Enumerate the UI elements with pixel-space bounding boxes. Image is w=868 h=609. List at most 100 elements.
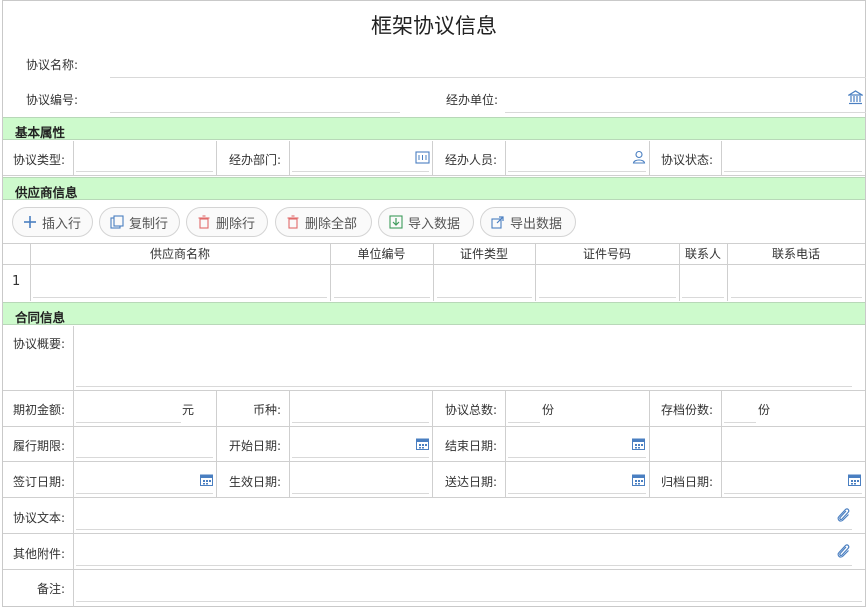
other-attachments-label: 其他附件: [13, 547, 66, 561]
cell-contact[interactable] [682, 297, 724, 298]
calendar-icon[interactable] [632, 473, 645, 486]
currency-label: 币种: [253, 403, 282, 417]
handling-person-input[interactable] [508, 171, 646, 172]
remark-label: 备注: [37, 582, 66, 596]
col-divider [289, 390, 290, 497]
calendar-icon[interactable] [848, 473, 861, 486]
total-copies-input[interactable] [508, 422, 540, 423]
export-icon [491, 215, 505, 229]
agreement-no-label: 协议编号: [26, 93, 79, 107]
import-data-label: 导入数据 [408, 216, 461, 232]
insert-row-label: 插入行 [42, 216, 82, 232]
handling-unit-input[interactable] [505, 112, 866, 113]
sign-date-label: 签订日期: [13, 475, 66, 489]
col-divider [721, 141, 722, 175]
col-divider [73, 141, 74, 175]
column-header-cert-type: 证件类型 [459, 247, 508, 261]
delete-row-button[interactable]: 删除行 [186, 207, 268, 237]
row-divider [3, 497, 865, 498]
effective-date-input[interactable] [292, 493, 429, 494]
col-divider [432, 390, 433, 497]
archive-copies-input[interactable] [724, 422, 756, 423]
org-chart-icon[interactable] [415, 151, 430, 164]
fen-unit: 份 [758, 403, 771, 417]
agreement-text-label: 协议文本: [13, 511, 66, 525]
section-contract: 合同信息 [3, 302, 865, 325]
cell-cert-no[interactable] [539, 297, 676, 298]
remark-input[interactable] [76, 601, 862, 602]
col-divider [649, 390, 650, 497]
row-divider [3, 426, 865, 427]
col-divider [216, 141, 217, 175]
summary-label: 协议概要: [13, 337, 66, 351]
import-data-button[interactable]: 导入数据 [378, 207, 474, 237]
section-basic: 基本属性 [3, 117, 865, 140]
delete-row-label: 删除行 [216, 216, 256, 232]
term-label: 履行期限: [13, 439, 66, 453]
row-divider [3, 175, 865, 176]
row-divider [3, 533, 865, 534]
calendar-icon[interactable] [416, 437, 429, 450]
col-divider [649, 141, 650, 175]
bank-icon[interactable] [848, 90, 863, 105]
cell-unit-no[interactable] [334, 297, 430, 298]
archive-date-input[interactable] [724, 493, 862, 494]
col-divider [73, 326, 74, 607]
col-divider [721, 390, 722, 497]
col-divider [505, 390, 506, 497]
delivery-date-input[interactable] [508, 493, 646, 494]
end-date-label: 结束日期: [445, 439, 498, 453]
column-header-phone: 联系电话 [771, 247, 820, 261]
yuan-unit: 元 [182, 403, 195, 417]
copy-row-button[interactable]: 复制行 [99, 207, 180, 237]
table-header-border [3, 264, 865, 265]
column-header-contact: 联系人 [684, 247, 721, 261]
cell-supplier-name[interactable] [33, 297, 327, 298]
handling-person-label: 经办人员: [445, 153, 498, 167]
end-date-input[interactable] [508, 457, 646, 458]
section-contract-title: 合同信息 [15, 310, 66, 325]
column-header-unit-no: 单位编号 [357, 247, 406, 261]
effective-date-label: 生效日期: [229, 475, 282, 489]
cell-phone[interactable] [731, 297, 862, 298]
other-attachments-input[interactable] [76, 565, 852, 566]
initial-amount-label: 期初金额: [13, 403, 66, 417]
page-title: 框架协议信息 [371, 14, 497, 38]
agreement-text-input[interactable] [76, 529, 852, 530]
initial-amount-input[interactable] [76, 422, 181, 423]
summary-textarea[interactable] [76, 386, 852, 387]
archive-date-label: 归档日期: [661, 475, 714, 489]
calendar-icon[interactable] [200, 473, 213, 486]
term-input[interactable] [76, 457, 213, 458]
start-date-input[interactable] [292, 457, 429, 458]
row-divider [3, 390, 865, 391]
handling-unit-label: 经办单位: [446, 93, 499, 107]
col-divider [432, 141, 433, 175]
section-basic-title: 基本属性 [15, 125, 66, 140]
col-divider [216, 390, 217, 497]
paperclip-icon[interactable] [836, 543, 851, 559]
agreement-no-input[interactable] [110, 112, 400, 113]
agreement-name-label: 协议名称: [26, 58, 79, 72]
start-date-label: 开始日期: [229, 439, 282, 453]
agreement-name-input[interactable] [110, 77, 866, 78]
person-icon[interactable] [632, 150, 646, 164]
calendar-icon[interactable] [632, 437, 645, 450]
sign-date-input[interactable] [76, 493, 213, 494]
handling-dept-input[interactable] [292, 171, 429, 172]
cell-cert-type[interactable] [437, 297, 532, 298]
delete-all-button[interactable]: 删除全部 [275, 207, 372, 237]
delete-all-label: 删除全部 [305, 216, 358, 232]
insert-row-button[interactable]: 插入行 [12, 207, 93, 237]
trash-icon [286, 215, 300, 229]
copy-icon [110, 215, 124, 229]
trash-icon [197, 215, 211, 229]
export-data-button[interactable]: 导出数据 [480, 207, 576, 237]
agreement-status-input[interactable] [724, 171, 862, 172]
currency-input[interactable] [292, 422, 429, 423]
agreement-type-input[interactable] [76, 171, 213, 172]
section-supplier-title: 供应商信息 [15, 185, 78, 200]
col-divider [505, 141, 506, 175]
paperclip-icon[interactable] [836, 507, 851, 523]
row-index: 1 [12, 274, 21, 289]
